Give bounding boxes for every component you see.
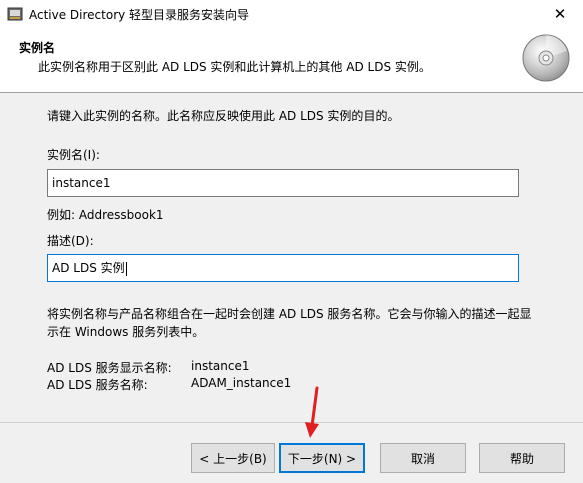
button-bar: < 上一步(B) 下一步(N) > 取消 帮助 (0, 422, 583, 483)
service-name-note: 将实例名称与产品名称组合在一起时会创建 AD LDS 服务名称。它会与你输入的描… (47, 307, 532, 339)
example-hint: 例如: Addressbook1 (47, 208, 164, 222)
description-label: 描述(D): (47, 234, 94, 248)
help-button[interactable]: 帮助 (479, 443, 565, 473)
close-icon: ✕ (553, 5, 567, 23)
cd-disc-icon (522, 34, 570, 82)
wizard-content: 请键入此实例的名称。此名称应反映使用此 AD LDS 实例的目的。 实例名(I)… (0, 93, 583, 421)
page-subtitle: 此实例名称用于区别此 AD LDS 实例和此计算机上的其他 AD LDS 实例。 (38, 60, 431, 74)
instance-name-label: 实例名(I): (47, 148, 100, 162)
page-title: 实例名 (19, 41, 56, 55)
instance-name-input[interactable]: instance1 (47, 169, 519, 197)
next-button[interactable]: 下一步(N) > (279, 443, 365, 473)
display-name-value: instance1 (191, 359, 250, 373)
intro-text: 请键入此实例的名称。此名称应反映使用此 AD LDS 实例的目的。 (47, 109, 400, 123)
wizard-app-icon (7, 7, 23, 21)
description-input[interactable]: AD LDS 实例 (47, 254, 519, 282)
description-value: AD LDS 实例 (52, 261, 125, 275)
back-button[interactable]: < 上一步(B) (191, 443, 275, 473)
close-button[interactable]: ✕ (537, 0, 583, 28)
service-name-value: ADAM_instance1 (191, 376, 292, 390)
display-name-label: AD LDS 服务显示名称: (47, 361, 172, 375)
wizard-header: 实例名 此实例名称用于区别此 AD LDS 实例和此计算机上的其他 AD LDS… (0, 28, 583, 93)
window-title: Active Directory 轻型目录服务安装向导 (29, 8, 250, 22)
instance-name-value: instance1 (52, 176, 111, 190)
service-name-label: AD LDS 服务名称: (47, 378, 148, 392)
cancel-button[interactable]: 取消 (380, 443, 466, 473)
title-bar: Active Directory 轻型目录服务安装向导 ✕ (0, 0, 583, 28)
text-caret (125, 261, 127, 276)
